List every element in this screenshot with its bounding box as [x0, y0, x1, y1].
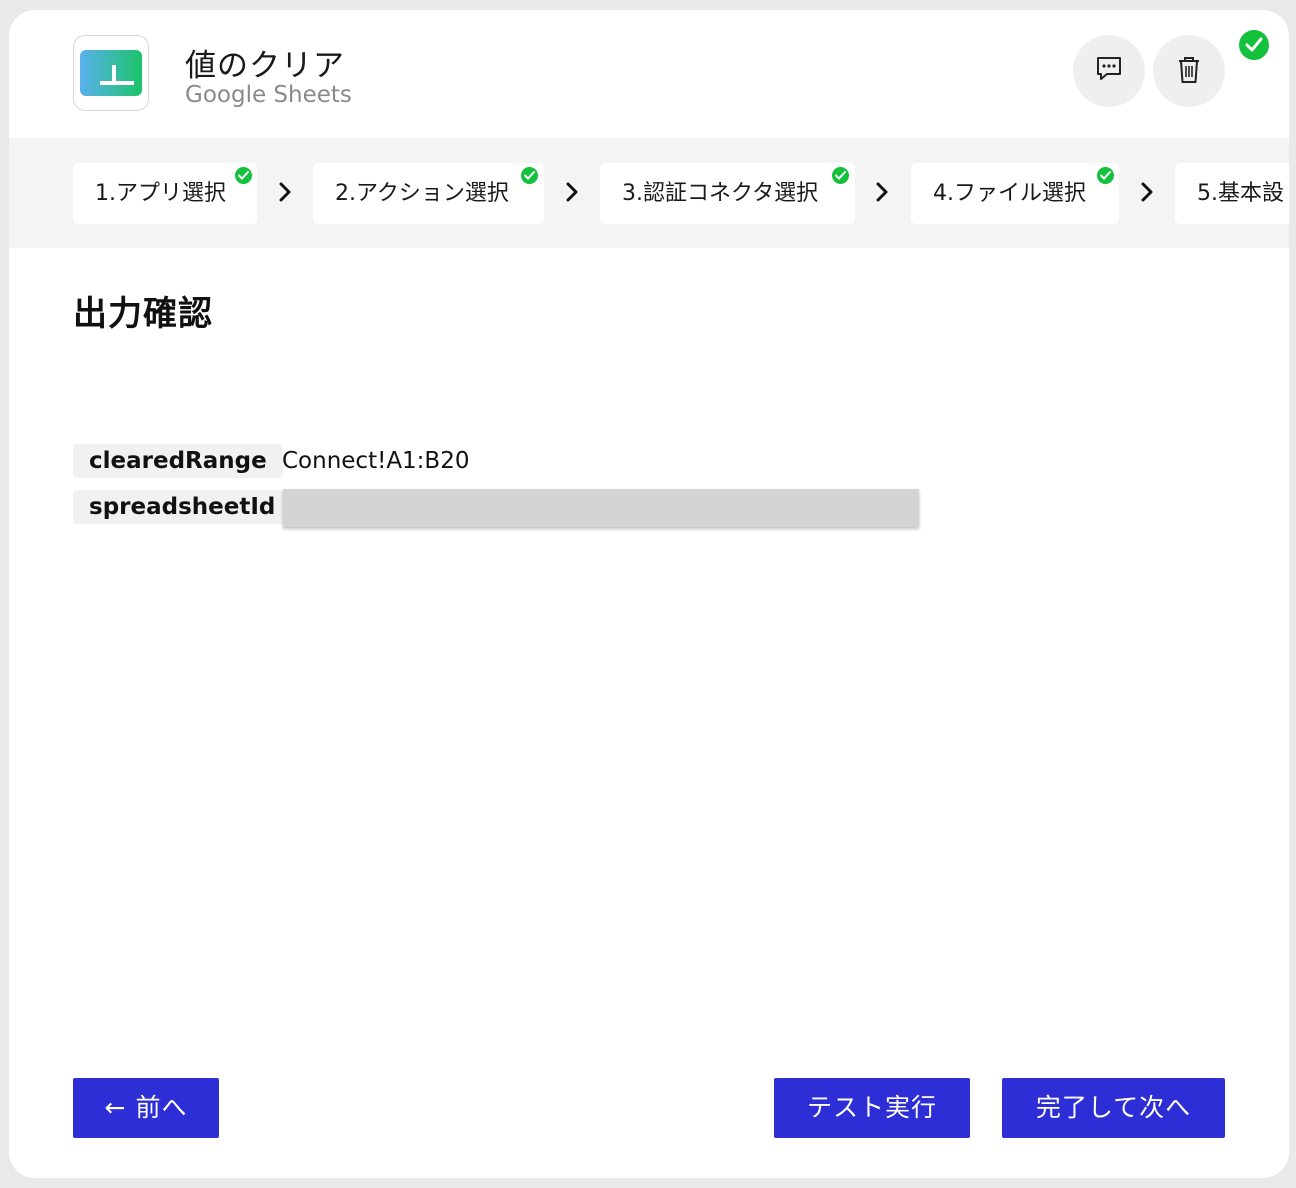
step-label: 1.アプリ選択 — [95, 181, 226, 206]
google-sheets-logo — [73, 35, 149, 111]
section-title: 出力確認 — [73, 294, 213, 334]
output-key: spreadsheetId — [73, 490, 292, 524]
output-value: Connect!A1:B20 — [282, 448, 470, 474]
output-key: clearedRange — [73, 444, 283, 478]
redacted-value — [283, 489, 919, 527]
test-run-button[interactable]: テスト実行 — [774, 1078, 970, 1138]
step-label: 5.基本設 — [1197, 181, 1284, 206]
comment-icon — [1097, 57, 1121, 80]
chevron-right-icon — [566, 182, 578, 202]
chevron-right-icon — [1141, 182, 1153, 202]
comment-button[interactable] — [1073, 35, 1145, 107]
check-icon — [1245, 37, 1263, 52]
step-action-select[interactable]: 2.アクション選択 — [313, 163, 544, 224]
delete-button[interactable] — [1153, 35, 1225, 107]
check-icon — [235, 167, 252, 184]
step-app-select[interactable]: 1.アプリ選択 — [73, 163, 257, 224]
step-label: 2.アクション選択 — [335, 181, 509, 206]
check-icon — [832, 167, 849, 184]
step-basic-settings[interactable]: 5.基本設 — [1175, 163, 1289, 224]
back-button[interactable]: ← 前へ — [73, 1078, 219, 1138]
step-file-select[interactable]: 4.ファイル選択 — [911, 163, 1119, 224]
page-title: 値のクリア — [185, 48, 345, 84]
step-navigation: 1.アプリ選択 2.アクション選択 3.認証コネクタ選択 4.ファイル選択 5.… — [9, 138, 1289, 248]
step-connector-select[interactable]: 3.認証コネクタ選択 — [600, 163, 855, 224]
app-name: Google Sheets — [185, 82, 352, 108]
step-label: 4.ファイル選択 — [933, 181, 1086, 206]
chevron-right-icon — [876, 182, 888, 202]
check-icon — [1097, 167, 1114, 184]
chevron-right-icon — [279, 182, 291, 202]
check-icon — [521, 167, 538, 184]
trash-icon — [1179, 57, 1199, 83]
complete-next-button[interactable]: 完了して次へ — [1002, 1078, 1225, 1138]
status-complete-badge — [1239, 30, 1269, 60]
step-label: 3.認証コネクタ選択 — [622, 181, 819, 206]
action-settings-panel: 値のクリア Google Sheets 1.アプリ選択 2.アクション選択 3.… — [9, 10, 1289, 1178]
